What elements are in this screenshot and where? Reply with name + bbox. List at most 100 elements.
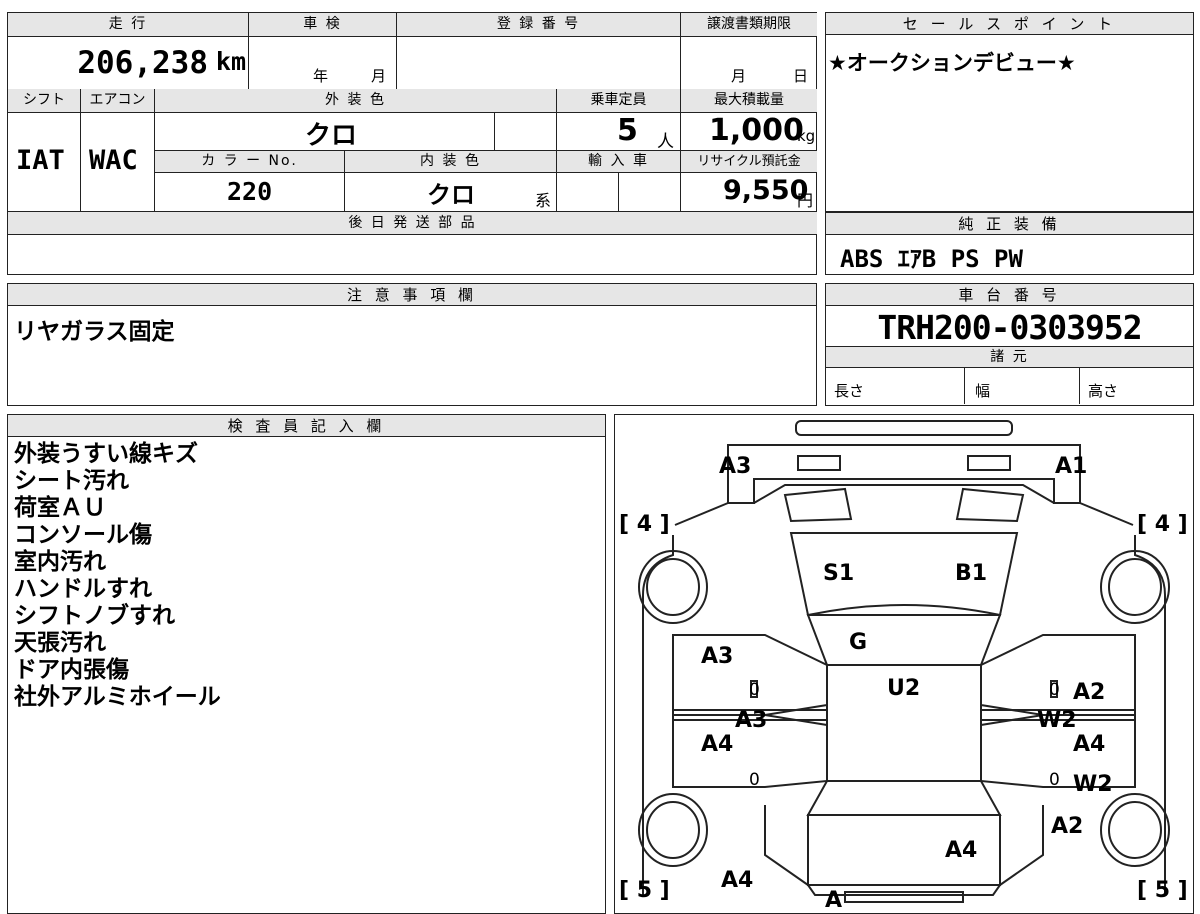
mark-door-fr: A2 — [1073, 680, 1105, 705]
note-item: シフトノブすれ — [14, 603, 175, 629]
ac-header: エアコン — [80, 89, 154, 113]
note-item: 社外アルミホイール — [14, 684, 221, 710]
maxload-header: 最大積載量 — [680, 89, 817, 113]
mark-zero-3: 0 — [1049, 680, 1060, 700]
exterior-cell: クロ — [154, 113, 494, 151]
mark-door-fl-b: A3 — [735, 708, 767, 733]
deadline-label: 譲渡書類期限 — [707, 16, 791, 32]
mark-zero-1: 0 — [749, 680, 760, 700]
import-cell-2 — [618, 173, 680, 211]
sales-point-text: ★オークションデビュー★ — [828, 51, 1076, 75]
note-item: 荷室ＡＵ — [14, 495, 106, 521]
inspector-header: 検 査 員 記 入 欄 — [8, 415, 605, 437]
mark-door-rr-b: W2 — [1073, 772, 1113, 797]
deadline-cell: 月 日 — [680, 37, 817, 89]
width-label: 幅 — [975, 382, 991, 400]
ac-value: WAC — [89, 145, 138, 176]
mileage-cell: 206,238 km — [8, 37, 248, 89]
deadline-day: 日 — [793, 67, 809, 85]
spec-label: 諸 元 — [990, 349, 1029, 365]
height-label: 高さ — [1088, 382, 1119, 400]
tire-rear-right: [ 5 ] — [1137, 878, 1188, 903]
mark-roof: U2 — [887, 676, 920, 701]
reg-cell — [396, 37, 680, 89]
reg-header: 登 録 番 号 — [396, 13, 680, 37]
caution-text: リヤガラス固定 — [14, 319, 175, 345]
interior-unit: 系 — [535, 191, 552, 210]
capacity-unit: 人 — [657, 132, 674, 152]
chassis-header: 車 台 番 号 — [826, 284, 1193, 306]
deadline-header: 譲渡書類期限 — [680, 13, 817, 37]
interior-value: クロ — [427, 181, 475, 209]
mark-rear-bottom: A — [825, 888, 842, 913]
later-parts-label: 後 日 発 送 部 品 — [348, 215, 477, 231]
exterior-label: 外 装 色 — [325, 92, 386, 108]
recycle-label: リサイクル預託金 — [697, 154, 801, 169]
capacity-value: 5 — [617, 113, 638, 148]
mark-seat: S1 — [823, 561, 854, 586]
tire-front-left: [ 4 ] — [619, 512, 670, 537]
caution-header: 注 意 事 項 欄 — [8, 284, 816, 306]
import-label: 輸 入 車 — [588, 153, 649, 169]
equipment-text: ABS ｴｱB PS PW — [840, 245, 1023, 273]
note-item: 天張汚れ — [14, 630, 106, 656]
tire-rear-left: [ 5 ] — [619, 878, 670, 903]
capacity-label: 乗車定員 — [590, 92, 647, 108]
shift-header: シフト — [8, 89, 80, 113]
maxload-value: 1,000 — [709, 113, 804, 148]
exterior-header: 外 装 色 — [154, 89, 556, 113]
mileage-label: 走 行 — [108, 16, 148, 32]
mark-seat-right: B1 — [955, 561, 987, 586]
inspector-box: 検 査 員 記 入 欄 外装うすい線キズ シート汚れ 荷室ＡＵ コンソール傷 室… — [7, 414, 606, 914]
tire-front-right: [ 4 ] — [1137, 512, 1188, 537]
note-item: 室内汚れ — [14, 549, 106, 575]
equipment-header: 純 正 装 備 — [826, 213, 1193, 235]
mileage-unit: km — [215, 47, 246, 76]
note-item: ハンドルすれ — [14, 576, 152, 602]
sales-point-box: セ ー ル ス ポ イ ン ト ★オークションデビュー★ — [825, 12, 1194, 212]
mark-front-left: A3 — [719, 454, 751, 479]
mark-door-fr-b: W2 — [1037, 708, 1077, 733]
reg-label: 登 録 番 号 — [496, 16, 581, 32]
exterior-value: クロ — [305, 121, 358, 151]
note-item: 外装うすい線キズ — [14, 441, 198, 467]
capacity-header: 乗車定員 — [556, 89, 680, 113]
interior-cell: クロ 系 — [344, 173, 556, 211]
recycle-unit: 円 — [797, 191, 814, 210]
sales-point-header: セ ー ル ス ポ イ ン ト — [826, 13, 1193, 35]
interior-label: 内 装 色 — [420, 153, 481, 169]
shift-cell: IAT — [8, 113, 80, 211]
recycle-cell: 9,550 円 — [680, 173, 817, 211]
mark-front-right: A1 — [1055, 454, 1087, 479]
mark-door-fl: A3 — [701, 644, 733, 669]
color-no-cell: 220 — [154, 173, 344, 211]
import-header: 輸 入 車 — [556, 151, 680, 173]
mark-door-rr: A4 — [1073, 732, 1105, 757]
note-item: ドア内張傷 — [14, 657, 129, 683]
shift-value: IAT — [16, 145, 65, 176]
mark-rear: A4 — [945, 838, 977, 863]
mark-rear-right: A2 — [1051, 814, 1083, 839]
maxload-label: 最大積載量 — [714, 92, 784, 108]
car-diagram: [ 4 ] [ 4 ] [ 5 ] [ 5 ] A3 A1 S1 B1 G U2… — [619, 420, 1188, 913]
spec-width: 幅 — [964, 368, 1079, 404]
recycle-header: リサイクル預託金 — [680, 151, 817, 173]
color-no-label: カ ラ ー No. — [201, 153, 298, 169]
mileage-header: 走 行 — [8, 13, 248, 37]
color-no-value: 220 — [227, 177, 273, 206]
spec-height: 高さ — [1079, 368, 1193, 404]
car-diagram-box: [ 4 ] [ 4 ] [ 5 ] [ 5 ] A3 A1 S1 B1 G U2… — [614, 414, 1194, 914]
shaken-label: 車 検 — [303, 16, 342, 32]
chassis-number: TRH200-0303952 — [877, 308, 1142, 347]
mark-door-rl: A4 — [701, 732, 733, 757]
inspector-notes: 外装うすい線キズ シート汚れ 荷室ＡＵ コンソール傷 室内汚れ ハンドルすれ シ… — [14, 441, 221, 711]
ac-cell: WAC — [80, 113, 154, 211]
shift-label: シフト — [23, 92, 65, 108]
maxload-cell: 1,000 kg — [680, 113, 817, 151]
shaken-month: 月 — [371, 67, 387, 85]
shaken-header: 車 検 — [248, 13, 396, 37]
shaken-year: 年 — [313, 67, 329, 85]
caution-box: 注 意 事 項 欄 リヤガラス固定 — [7, 283, 817, 406]
mark-rear-left: A4 — [721, 868, 753, 893]
equipment-box: 純 正 装 備 ABS ｴｱB PS PW — [825, 212, 1194, 275]
